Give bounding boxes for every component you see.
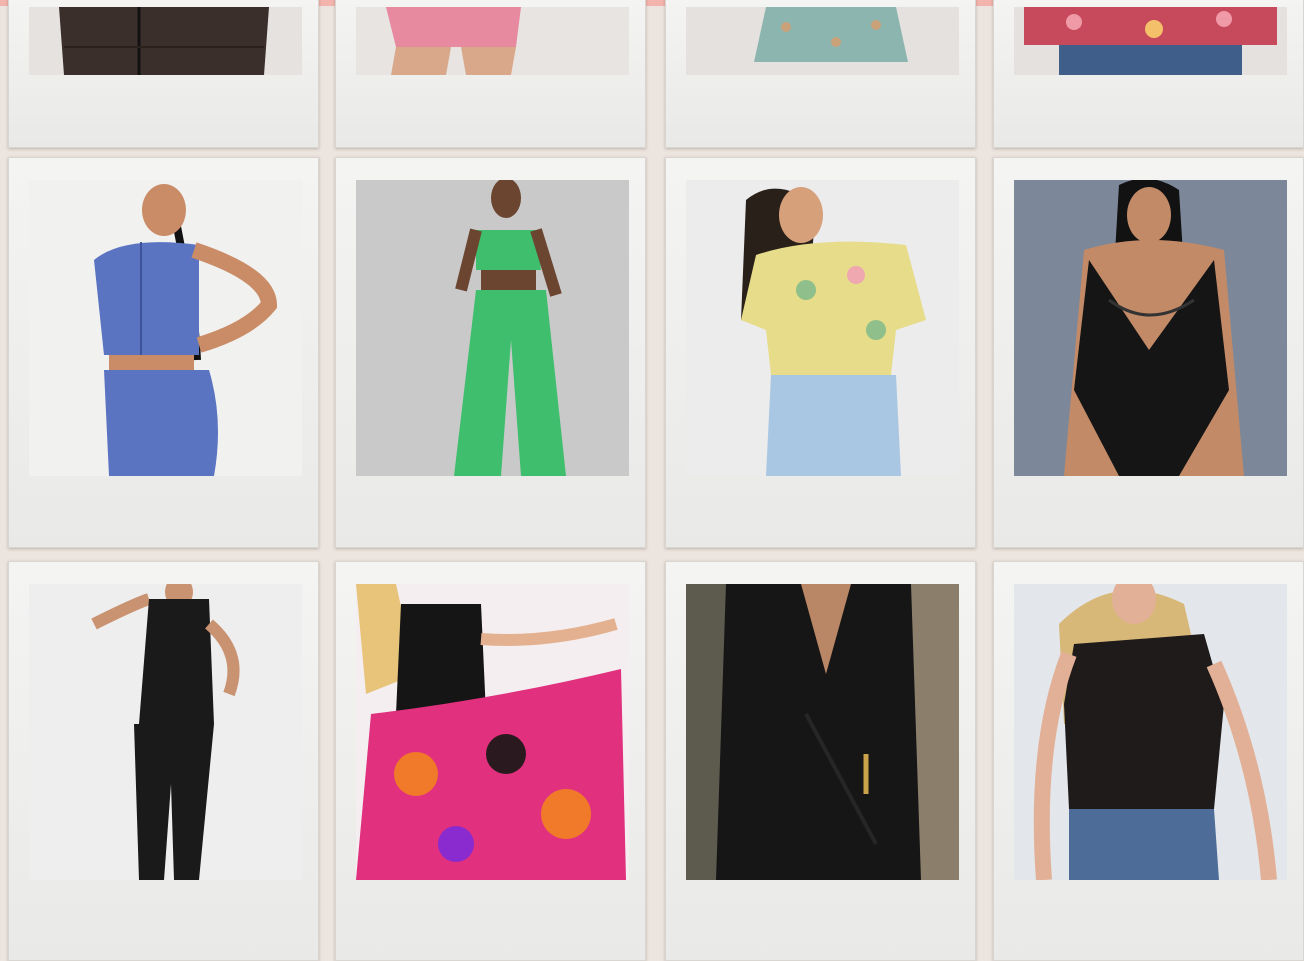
product-card[interactable] (993, 561, 1304, 961)
product-image[interactable] (686, 7, 959, 75)
product-card[interactable] (335, 561, 646, 961)
product-card[interactable] (335, 157, 646, 548)
product-image[interactable] (1014, 584, 1287, 880)
product-card[interactable] (8, 0, 319, 148)
product-image[interactable] (356, 584, 629, 880)
product-image[interactable] (1014, 180, 1287, 476)
product-image[interactable] (29, 584, 302, 880)
product-image[interactable] (686, 584, 959, 880)
product-card[interactable] (665, 561, 976, 961)
product-grid (0, 0, 1304, 961)
product-image[interactable] (29, 180, 302, 476)
product-card[interactable] (665, 157, 976, 548)
product-image[interactable] (686, 180, 959, 476)
product-card[interactable] (993, 0, 1304, 148)
product-image[interactable] (1014, 7, 1287, 75)
product-card[interactable] (665, 0, 976, 148)
product-card[interactable] (8, 561, 319, 961)
product-image[interactable] (356, 7, 629, 75)
product-card[interactable] (335, 0, 646, 148)
product-image[interactable] (356, 180, 629, 476)
product-card[interactable] (8, 157, 319, 548)
product-card[interactable] (993, 157, 1304, 548)
product-image[interactable] (29, 7, 302, 75)
